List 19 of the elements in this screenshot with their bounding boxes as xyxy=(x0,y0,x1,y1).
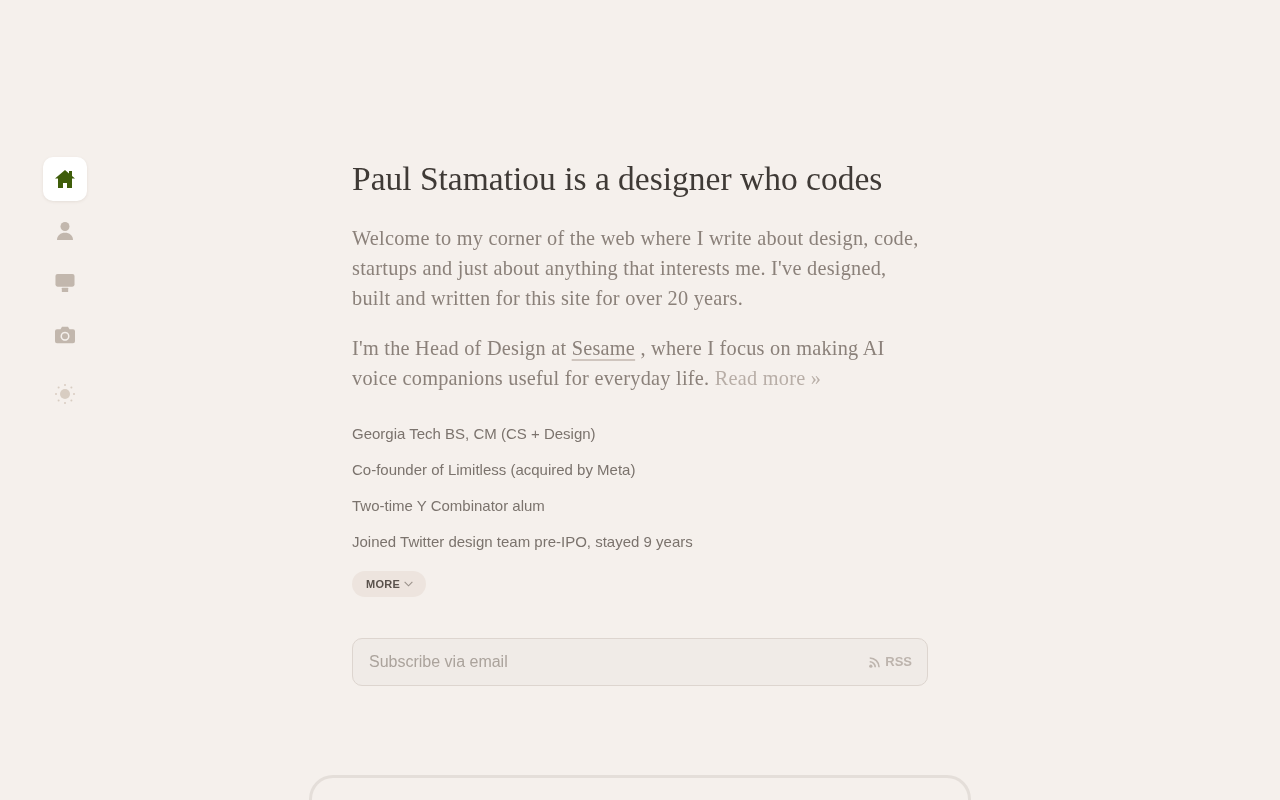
bio-fact: Two-time Y Combinator alum xyxy=(352,496,546,516)
bio-fact: Co-founder of Limitless (acquired by Meta) xyxy=(352,460,637,480)
sidebar-nav-item[interactable] xyxy=(43,157,87,201)
rss-link[interactable]: RSS xyxy=(869,653,912,671)
caret-icon xyxy=(404,581,414,587)
person-icon xyxy=(55,222,75,240)
inline-link[interactable]: Sesame xyxy=(571,337,636,359)
more-button[interactable]: MORE xyxy=(352,571,427,597)
intro-paragraph: I'm the Head of Design at Sesame , where I focus on making AI voice companions useful for everyday life. Read more » xyxy=(352,336,886,392)
intro-paragraph: Welcome to my corner of the web where I write about design, code, startups and just about anything that interests me. I've designed, built and written for this site for over 20 years. xyxy=(352,226,920,312)
camera-icon xyxy=(55,326,75,344)
read-more-link[interactable]: Read more » xyxy=(714,367,822,389)
bio-fact: Joined Twitter design team pre-IPO, stayed 9 years xyxy=(352,532,693,552)
sun-icon xyxy=(55,384,75,404)
page-heading: Paul Stamatiou is a designer who codes xyxy=(352,159,883,199)
rss-icon xyxy=(869,656,881,668)
bio-fact: Georgia Tech BS, CM (CS + Design) xyxy=(352,424,597,444)
home-icon xyxy=(55,170,75,188)
monitor-icon xyxy=(55,274,75,292)
